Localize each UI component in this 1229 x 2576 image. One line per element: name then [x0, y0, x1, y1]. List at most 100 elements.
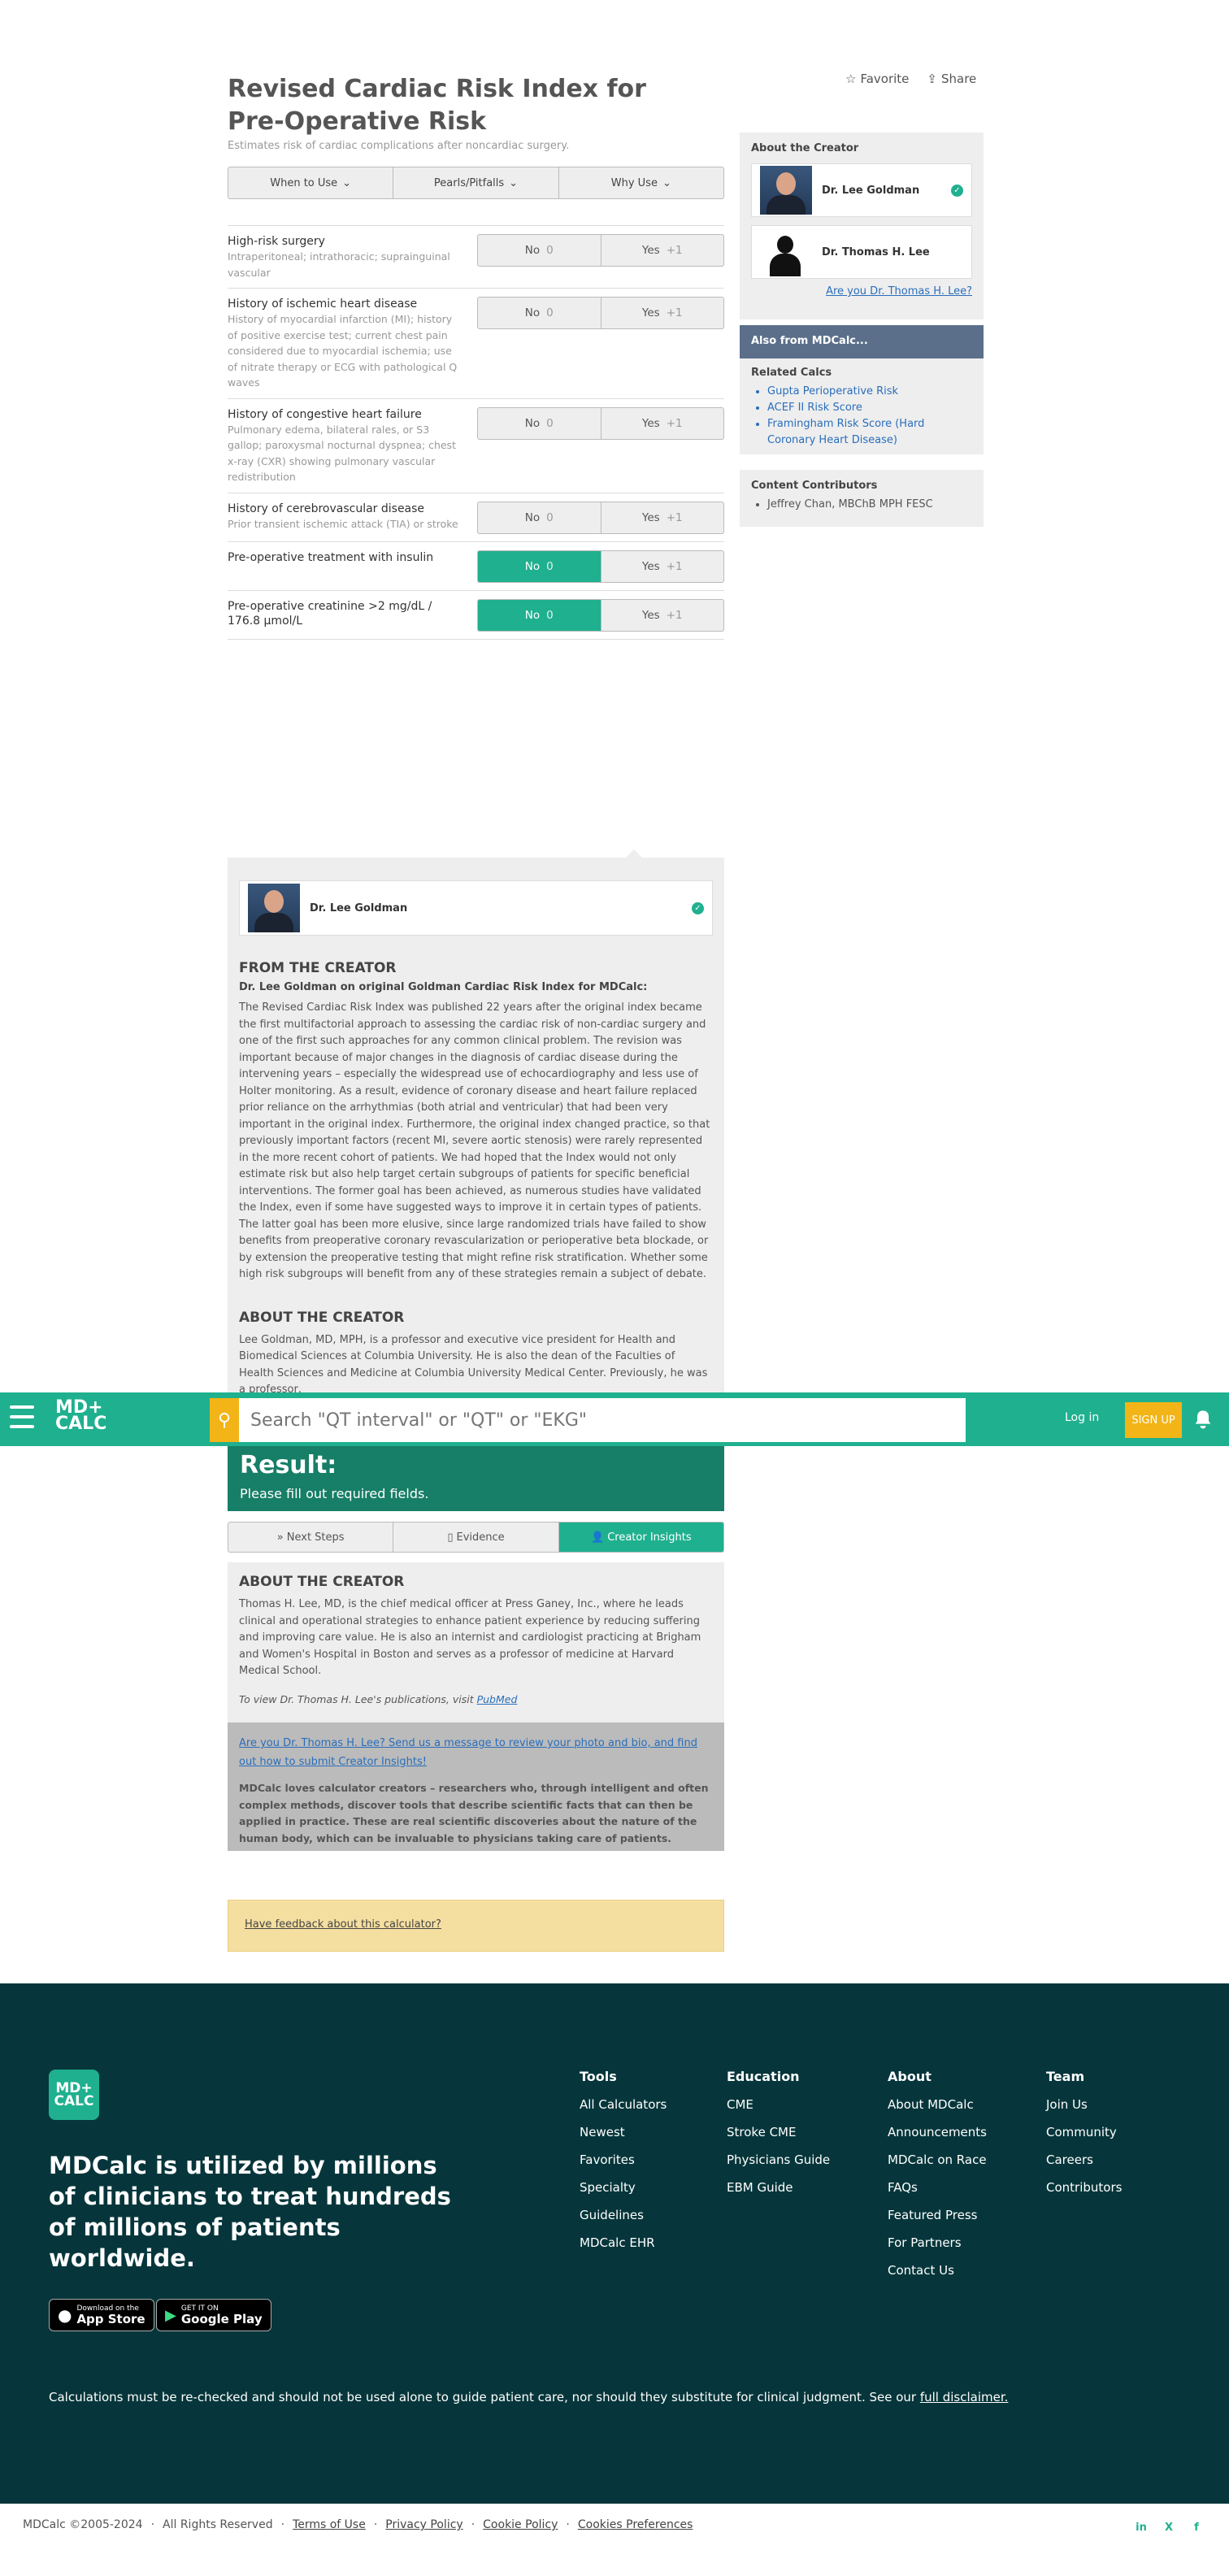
x-icon[interactable]: X: [1162, 2520, 1176, 2535]
cookie-preferences-link[interactable]: Cookies Preferences: [578, 2518, 693, 2531]
submit-insights-link[interactable]: Are you Dr. Thomas H. Lee? Send us a mes…: [239, 1737, 697, 1768]
criterion-title: Pre-operative treatment with insulin: [228, 550, 434, 564]
hamburger-menu-icon[interactable]: [10, 1405, 34, 1428]
footer-link[interactable]: Featured Press: [888, 2208, 987, 2222]
favorite-button[interactable]: ☆ Favorite: [845, 72, 909, 86]
pubmed-link[interactable]: PubMed: [477, 1693, 518, 1705]
footer-link[interactable]: Stroke CME: [727, 2125, 830, 2139]
about-creator-lee: ABOUT THE CREATOR Thomas H. Lee, MD, is …: [228, 1562, 724, 1722]
footer-link[interactable]: Newest: [580, 2125, 667, 2139]
footer-link[interactable]: EBM Guide: [727, 2180, 830, 2195]
document-icon: ▯: [447, 1531, 454, 1544]
related-calc-link[interactable]: Gupta Perioperative Risk: [767, 385, 898, 397]
avatar-placeholder-icon: [760, 228, 812, 276]
facebook-icon[interactable]: f: [1189, 2520, 1204, 2535]
footer-link[interactable]: Contributors: [1046, 2180, 1122, 2195]
criterion-row: History of cerebrovascular disease Prior …: [228, 492, 724, 541]
related-calc-link[interactable]: Framingham Risk Score (Hard Coronary Hea…: [767, 418, 924, 446]
user-icon: 👤: [591, 1531, 605, 1544]
footer-link[interactable]: Physicians Guide: [727, 2152, 830, 2167]
footer-link[interactable]: Guidelines: [580, 2208, 667, 2222]
bell-icon[interactable]: [1192, 1408, 1214, 1432]
no-option[interactable]: No 0: [478, 298, 601, 328]
about-creator-heading: About the Creator: [751, 142, 859, 154]
footer-logo[interactable]: MD+ CALC: [49, 2070, 99, 2120]
yes-option[interactable]: Yes +1: [601, 235, 724, 266]
tab-evidence[interactable]: ▯ Evidence: [393, 1523, 559, 1552]
related-calcs-heading: Related Calcs: [751, 367, 832, 379]
points-value: 0: [546, 306, 554, 319]
avatar: [248, 884, 300, 932]
footer-link[interactable]: For Partners: [888, 2235, 987, 2250]
about-creator-text: Thomas H. Lee, MD, is the chief medical …: [239, 1598, 701, 1677]
yes-option[interactable]: Yes +1: [601, 551, 724, 582]
apple-icon: ●: [58, 2305, 72, 2325]
tab-creator-insights[interactable]: 👤 Creator Insights: [558, 1523, 723, 1552]
are-you-creator-link[interactable]: Are you Dr. Thomas H. Lee?: [826, 285, 972, 298]
search-icon[interactable]: ⚲: [210, 1398, 239, 1442]
no-option[interactable]: No 0: [478, 235, 601, 266]
result-panel: Result: Please fill out required fields.: [228, 1446, 724, 1511]
footer-link[interactable]: Join Us: [1046, 2097, 1122, 2112]
no-option[interactable]: No 0: [478, 550, 601, 582]
page-subtitle: Estimates risk of cardiac complications …: [228, 140, 570, 152]
footer-link[interactable]: Specialty: [580, 2180, 667, 2195]
terms-link[interactable]: Terms of Use: [293, 2518, 366, 2531]
search-input[interactable]: [239, 1398, 966, 1442]
criterion-label: History of congestive heart failure Pulmo…: [228, 407, 459, 485]
tab-pearls-pitfalls[interactable]: Pearls/Pitfalls ⌄: [393, 167, 559, 198]
tab-next-steps[interactable]: » Next Steps: [228, 1523, 394, 1552]
login-link[interactable]: Log in: [1065, 1411, 1099, 1424]
yes-option[interactable]: Yes +1: [601, 502, 724, 533]
footer-link[interactable]: Contact Us: [888, 2263, 987, 2278]
app-store-badge[interactable]: ● Download on the App Store: [49, 2299, 154, 2331]
play-icon: ▶: [165, 2306, 176, 2324]
creator-card-lee[interactable]: Dr. Thomas H. Lee: [751, 225, 972, 279]
linkedin-icon[interactable]: in: [1134, 2520, 1149, 2535]
criterion-label: History of cerebrovascular disease Prior …: [228, 502, 459, 534]
no-option[interactable]: No 0: [478, 502, 601, 533]
signup-button[interactable]: SIGN UP: [1125, 1402, 1182, 1438]
criterion-detail: Pulmonary edema, bilateral rales, or S3 …: [228, 423, 456, 484]
footer-link[interactable]: MDCalc on Race: [888, 2152, 987, 2167]
yes-option[interactable]: Yes +1: [601, 298, 724, 328]
share-button[interactable]: ⇪ Share: [927, 72, 976, 86]
footer-link[interactable]: All Calculators: [580, 2097, 667, 2112]
criterion-title: History of ischemic heart disease: [228, 298, 418, 311]
criterion-title: History of cerebrovascular disease: [228, 502, 425, 515]
tab-when-to-use[interactable]: When to Use ⌄: [228, 167, 394, 198]
footer-link[interactable]: CME: [727, 2097, 830, 2112]
creator-card-goldman[interactable]: Dr. Lee Goldman ✓: [239, 880, 713, 936]
footer-link[interactable]: MDCalc EHR: [580, 2235, 667, 2250]
cookie-policy-link[interactable]: Cookie Policy: [483, 2518, 558, 2531]
mdcalc-logo[interactable]: MD+ CALC: [55, 1399, 106, 1433]
footer-link[interactable]: Favorites: [580, 2152, 667, 2167]
creator-card-goldman[interactable]: Dr. Lee Goldman ✓: [751, 163, 972, 217]
chevron-down-icon: ⌄: [662, 176, 671, 189]
footer-link[interactable]: About MDCalc: [888, 2097, 987, 2112]
contributor-name: Jeffrey Chan, MBChB MPH FESC: [767, 498, 972, 510]
no-option[interactable]: No 0: [478, 407, 601, 439]
yes-option[interactable]: Yes +1: [601, 408, 724, 439]
yes-option[interactable]: Yes +1: [601, 600, 724, 631]
criterion-row: History of congestive heart failure Pulmo…: [228, 397, 724, 493]
points-value: 0: [546, 608, 554, 622]
footer-link[interactable]: Community: [1046, 2125, 1122, 2139]
feedback-link[interactable]: Have feedback about this calculator?: [245, 1918, 441, 1931]
footer-disclaimer: Calculations must be re-checked and shou…: [49, 2390, 1009, 2404]
criterion-label: History of ischemic heart disease History…: [228, 297, 459, 391]
points-value: +1: [666, 510, 683, 524]
privacy-link[interactable]: Privacy Policy: [385, 2518, 463, 2531]
footer-link[interactable]: Careers: [1046, 2152, 1122, 2167]
from-creator-text: The Revised Cardiac Risk Index was publi…: [239, 1001, 710, 1280]
footer-col-about: About About MDCalc Announcements MDCalc …: [888, 2069, 987, 2278]
no-option[interactable]: No 0: [478, 599, 601, 631]
yes-no-toggle: No 0 Yes +1: [477, 406, 724, 440]
full-disclaimer-link[interactable]: full disclaimer.: [920, 2390, 1009, 2404]
footer-link[interactable]: FAQs: [888, 2180, 987, 2195]
tab-why-use[interactable]: Why Use ⌄: [559, 167, 723, 198]
related-calc-link[interactable]: ACEF II Risk Score: [767, 402, 862, 414]
popover-arrow: [626, 849, 642, 858]
google-play-badge[interactable]: ▶ GET IT ON Google Play: [156, 2299, 271, 2331]
footer-link[interactable]: Announcements: [888, 2125, 987, 2139]
